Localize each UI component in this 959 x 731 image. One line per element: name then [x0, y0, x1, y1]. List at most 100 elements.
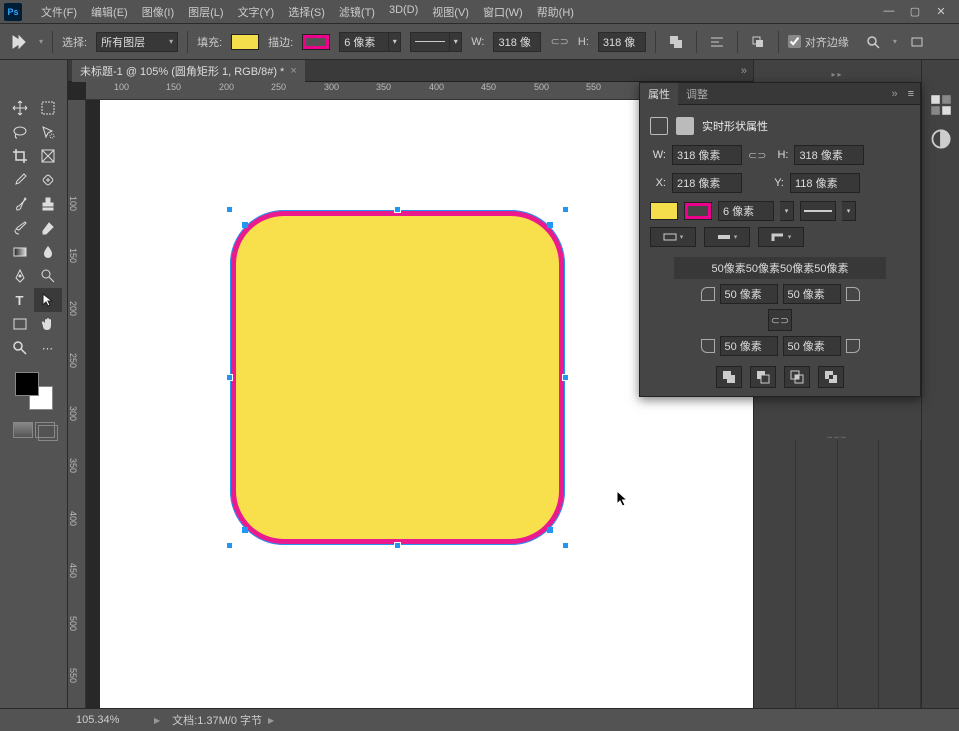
path-operations-icon[interactable]: [665, 31, 687, 53]
menu-help[interactable]: 帮助(H): [532, 2, 579, 22]
marquee-tool[interactable]: [34, 96, 62, 120]
stroke-style-dd[interactable]: ▾: [842, 201, 856, 221]
stroke-width-caret[interactable]: ▾: [389, 32, 401, 52]
window-close[interactable]: ✕: [935, 5, 947, 18]
handle-ml[interactable]: [226, 374, 233, 381]
pathop-exclude-icon[interactable]: [818, 366, 844, 388]
menu-select[interactable]: 选择(S): [283, 2, 330, 22]
corner-tr-input[interactable]: [783, 284, 841, 304]
corner-br-input[interactable]: [783, 336, 841, 356]
hand-tool[interactable]: [34, 312, 62, 336]
edit-toolbar[interactable]: ⋯: [34, 336, 62, 360]
healing-tool[interactable]: [34, 168, 62, 192]
handle-tr[interactable]: [562, 206, 569, 213]
eraser-tool[interactable]: [34, 216, 62, 240]
lasso-tool[interactable]: [6, 120, 34, 144]
panel-menu-icon[interactable]: ≡: [902, 88, 920, 100]
menu-filter[interactable]: 滤镜(T): [334, 2, 380, 22]
prop-stroke-width-input[interactable]: [718, 201, 774, 221]
menu-edit[interactable]: 编辑(E): [86, 2, 133, 22]
corner-tl-input[interactable]: [720, 284, 778, 304]
blur-tool[interactable]: [34, 240, 62, 264]
stroke-width-input[interactable]: [339, 32, 389, 52]
path-arrangement-icon[interactable]: [747, 31, 769, 53]
quickshare-icon[interactable]: [906, 31, 928, 53]
doc-info-caret-icon[interactable]: ▶: [268, 716, 274, 725]
handle-bl[interactable]: [226, 542, 233, 549]
gradient-tool[interactable]: [6, 240, 34, 264]
pathop-intersect-icon[interactable]: [784, 366, 810, 388]
doc-info[interactable]: 文档:1.37M/0 字节: [172, 712, 262, 728]
prop-stroke-swatch[interactable]: [684, 202, 712, 220]
anchor[interactable]: [547, 527, 553, 533]
stamp-tool[interactable]: [34, 192, 62, 216]
panel-collapse-icon[interactable]: »: [887, 88, 901, 100]
move-tool[interactable]: [6, 96, 34, 120]
fill-swatch[interactable]: [231, 34, 259, 50]
stroke-align-dd[interactable]: ▾: [650, 227, 696, 247]
search-icon[interactable]: [862, 31, 884, 53]
pathop-combine-icon[interactable]: [716, 366, 742, 388]
stroke-corners-dd[interactable]: ▾: [758, 227, 804, 247]
prop-stroke-style[interactable]: [800, 201, 836, 221]
menu-image[interactable]: 图像(I): [137, 2, 179, 22]
history-brush-tool[interactable]: [6, 216, 34, 240]
handle-mr[interactable]: [562, 374, 569, 381]
zoom-level[interactable]: 105.34%: [76, 714, 148, 726]
type-tool[interactable]: T: [6, 288, 34, 312]
zoom-tool[interactable]: [6, 336, 34, 360]
ruler-vertical[interactable]: 100 150 200 250 300 350 400 450 500 550: [68, 100, 86, 708]
prop-x-input[interactable]: [672, 173, 742, 193]
layer-select-dropdown[interactable]: 所有图层: [96, 32, 178, 52]
anchor[interactable]: [547, 222, 553, 228]
stroke-swatch[interactable]: [302, 34, 330, 50]
height-input[interactable]: [598, 32, 646, 52]
menu-window[interactable]: 窗口(W): [478, 2, 528, 22]
link-wh-icon[interactable]: ⊂⊃: [550, 35, 568, 48]
prop-h-input[interactable]: [794, 145, 864, 165]
brush-tool[interactable]: [6, 192, 34, 216]
prop-y-input[interactable]: [790, 173, 860, 193]
eyedropper-tool[interactable]: [6, 168, 34, 192]
handle-br[interactable]: [562, 542, 569, 549]
anchor[interactable]: [242, 222, 248, 228]
menu-view[interactable]: 视图(V): [427, 2, 474, 22]
window-maximize[interactable]: ▢: [909, 5, 921, 18]
menu-3d[interactable]: 3D(D): [384, 2, 423, 22]
crop-tool[interactable]: [6, 144, 34, 168]
anchor[interactable]: [242, 527, 248, 533]
handle-bc[interactable]: [394, 542, 401, 549]
dodge-tool[interactable]: [34, 264, 62, 288]
prop-fill-swatch[interactable]: [650, 202, 678, 220]
tab-adjustments[interactable]: 调整: [678, 83, 716, 105]
stroke-caps-dd[interactable]: ▾: [704, 227, 750, 247]
collapse-handle-icon[interactable]: ▸▸: [754, 70, 921, 80]
menu-type[interactable]: 文字(Y): [233, 2, 280, 22]
swatches-panel-icon[interactable]: [930, 94, 952, 116]
color-swatches[interactable]: [15, 372, 53, 410]
frame-tool[interactable]: [34, 144, 62, 168]
prop-w-input[interactable]: [672, 145, 742, 165]
path-select-tool[interactable]: [34, 288, 62, 312]
menu-layer[interactable]: 图层(L): [183, 2, 228, 22]
window-minimize[interactable]: —: [883, 5, 895, 18]
width-input[interactable]: [493, 32, 541, 52]
quick-select-tool[interactable]: [34, 120, 62, 144]
pathop-subtract-icon[interactable]: [750, 366, 776, 388]
pen-tool[interactable]: [6, 264, 34, 288]
adjustments-panel-icon[interactable]: [930, 128, 952, 150]
align-edges-checkbox[interactable]: 对齐边缘: [788, 34, 849, 50]
stroke-style-preview[interactable]: [410, 32, 450, 52]
foreground-color[interactable]: [15, 372, 39, 396]
stroke-width-dd[interactable]: ▾: [780, 201, 794, 221]
rounded-rectangle-shape[interactable]: [230, 210, 565, 545]
rectangle-tool[interactable]: [6, 312, 34, 336]
link-corners-button[interactable]: ⊂⊃: [768, 309, 792, 331]
corner-bl-input[interactable]: [720, 336, 778, 356]
link-size-icon[interactable]: ⊂⊃: [748, 149, 766, 162]
stroke-style-caret[interactable]: ▾: [450, 32, 462, 52]
tool-preset-icon[interactable]: [8, 31, 30, 53]
tab-properties[interactable]: 属性: [640, 83, 678, 105]
handle-tc[interactable]: [394, 206, 401, 213]
zoom-caret-icon[interactable]: ▶: [154, 716, 160, 725]
